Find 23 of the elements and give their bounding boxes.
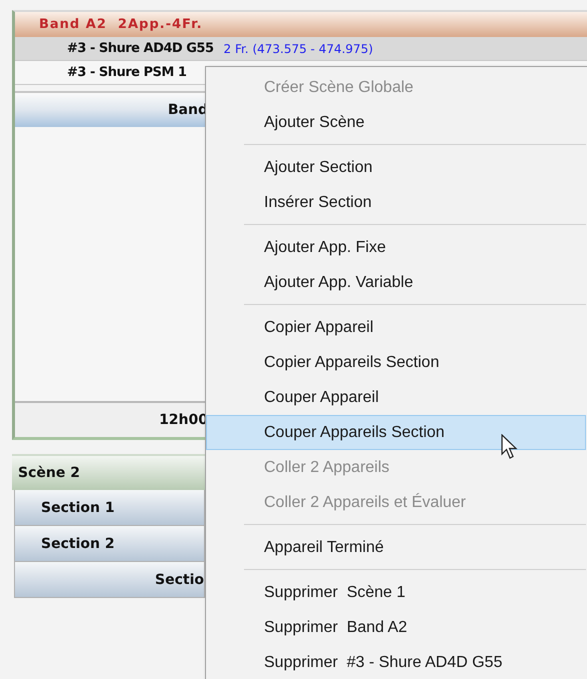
menu-item[interactable]: Ajouter Scène [206, 105, 586, 140]
mouse-pointer-icon [501, 434, 519, 460]
section-header[interactable]: Section 1 [14, 490, 205, 526]
band-header[interactable]: Band A2 2App.-4Fr. [15, 12, 587, 37]
menu-item[interactable]: Appareil Terminé [206, 530, 586, 565]
scene-header[interactable]: Scène 2 [12, 454, 205, 490]
menu-item[interactable]: Ajouter Section [206, 150, 586, 185]
device-name: #3 - Shure AD4D G55 [67, 41, 214, 56]
menu-item[interactable]: Supprimer #3 - Shure AD4D G55 [206, 645, 586, 679]
section-header[interactable]: Sectio [14, 562, 205, 598]
menu-item[interactable]: Couper Appareils Section [206, 415, 586, 450]
device-name: #3 - Shure PSM 1 [67, 65, 186, 80]
menu-item[interactable]: Insérer Section [206, 185, 586, 220]
device-row[interactable]: #3 - Shure AD4D G55 2 Fr. (473.575 - 474.975) [15, 37, 587, 61]
section-header[interactable]: Section 2 [14, 526, 205, 562]
menu-item[interactable]: Ajouter App. Fixe [206, 230, 586, 265]
frequency-range: 2 Fr. (473.575 - 474.975) [224, 42, 374, 56]
menu-item[interactable]: Supprimer Band A2 [206, 610, 586, 645]
menu-item[interactable]: Ajouter App. Variable [206, 265, 586, 300]
menu-item[interactable]: Copier Appareils Section [206, 345, 586, 380]
menu-item[interactable]: Copier Appareil [206, 310, 586, 345]
menu-item[interactable]: Supprimer Scène 1 [206, 575, 586, 610]
menu-item[interactable]: Couper Appareil [206, 380, 586, 415]
